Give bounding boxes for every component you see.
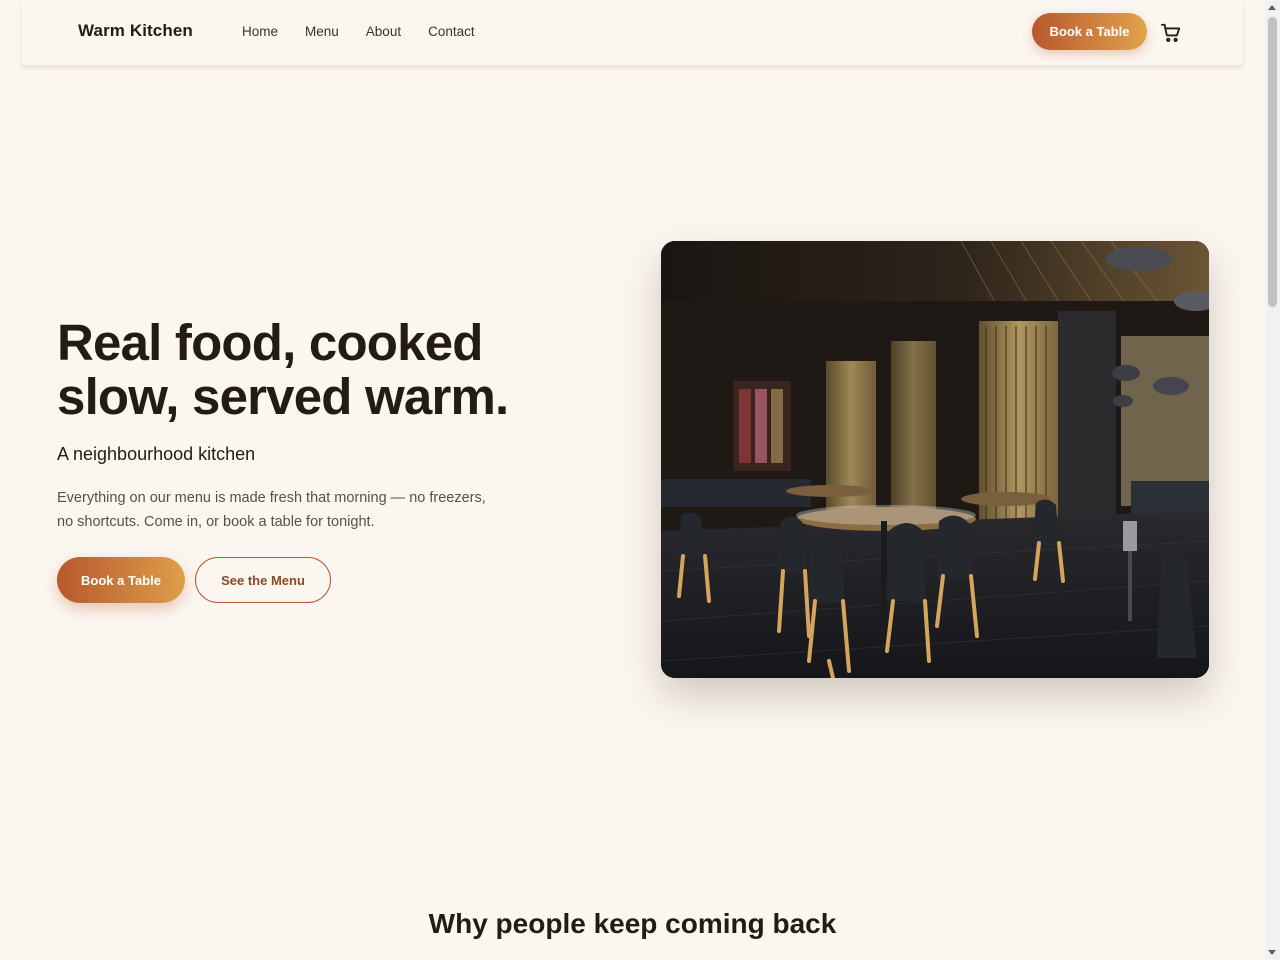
hero-title-line-1: Real food, cooked <box>57 314 483 371</box>
scroll-thumb[interactable] <box>1268 17 1277 307</box>
nav-about[interactable]: About <box>366 24 401 39</box>
header-book-table-button[interactable]: Book a Table <box>1032 13 1147 50</box>
see-menu-button[interactable]: See the Menu <box>195 557 331 603</box>
nav-home[interactable]: Home <box>242 24 278 39</box>
scroll-down-arrow-icon[interactable] <box>1268 950 1276 955</box>
brand-logo[interactable]: Warm Kitchen <box>78 21 193 41</box>
page-scrollbar[interactable] <box>1265 0 1280 960</box>
hero-subtitle: A neighbourhood kitchen <box>57 444 256 464</box>
nav-menu[interactable]: Menu <box>305 24 339 39</box>
restaurant-interior-image <box>661 241 1209 678</box>
hero-description: Everything on our menu is made fresh tha… <box>57 486 527 534</box>
hero-title-line-2: slow, served warm. <box>57 368 509 425</box>
hero-book-table-button[interactable]: Book a Table <box>57 557 185 603</box>
nav-contact[interactable]: Contact <box>428 24 475 39</box>
scroll-up-arrow-icon[interactable] <box>1268 5 1276 10</box>
section-heading: Why people keep coming back <box>428 908 837 939</box>
hero-description-line-1: Everything on our menu is made fresh tha… <box>57 490 486 506</box>
cart-icon[interactable] <box>1160 22 1182 44</box>
main-nav: Home Menu About Contact <box>242 24 475 39</box>
hero-description-line-2: no shortcuts. Come in, or book a table f… <box>57 514 375 530</box>
hero-title: Real food, cooked slow, served warm. <box>57 316 617 424</box>
site-header: Warm Kitchen Home Menu About Contact Boo… <box>22 0 1243 66</box>
